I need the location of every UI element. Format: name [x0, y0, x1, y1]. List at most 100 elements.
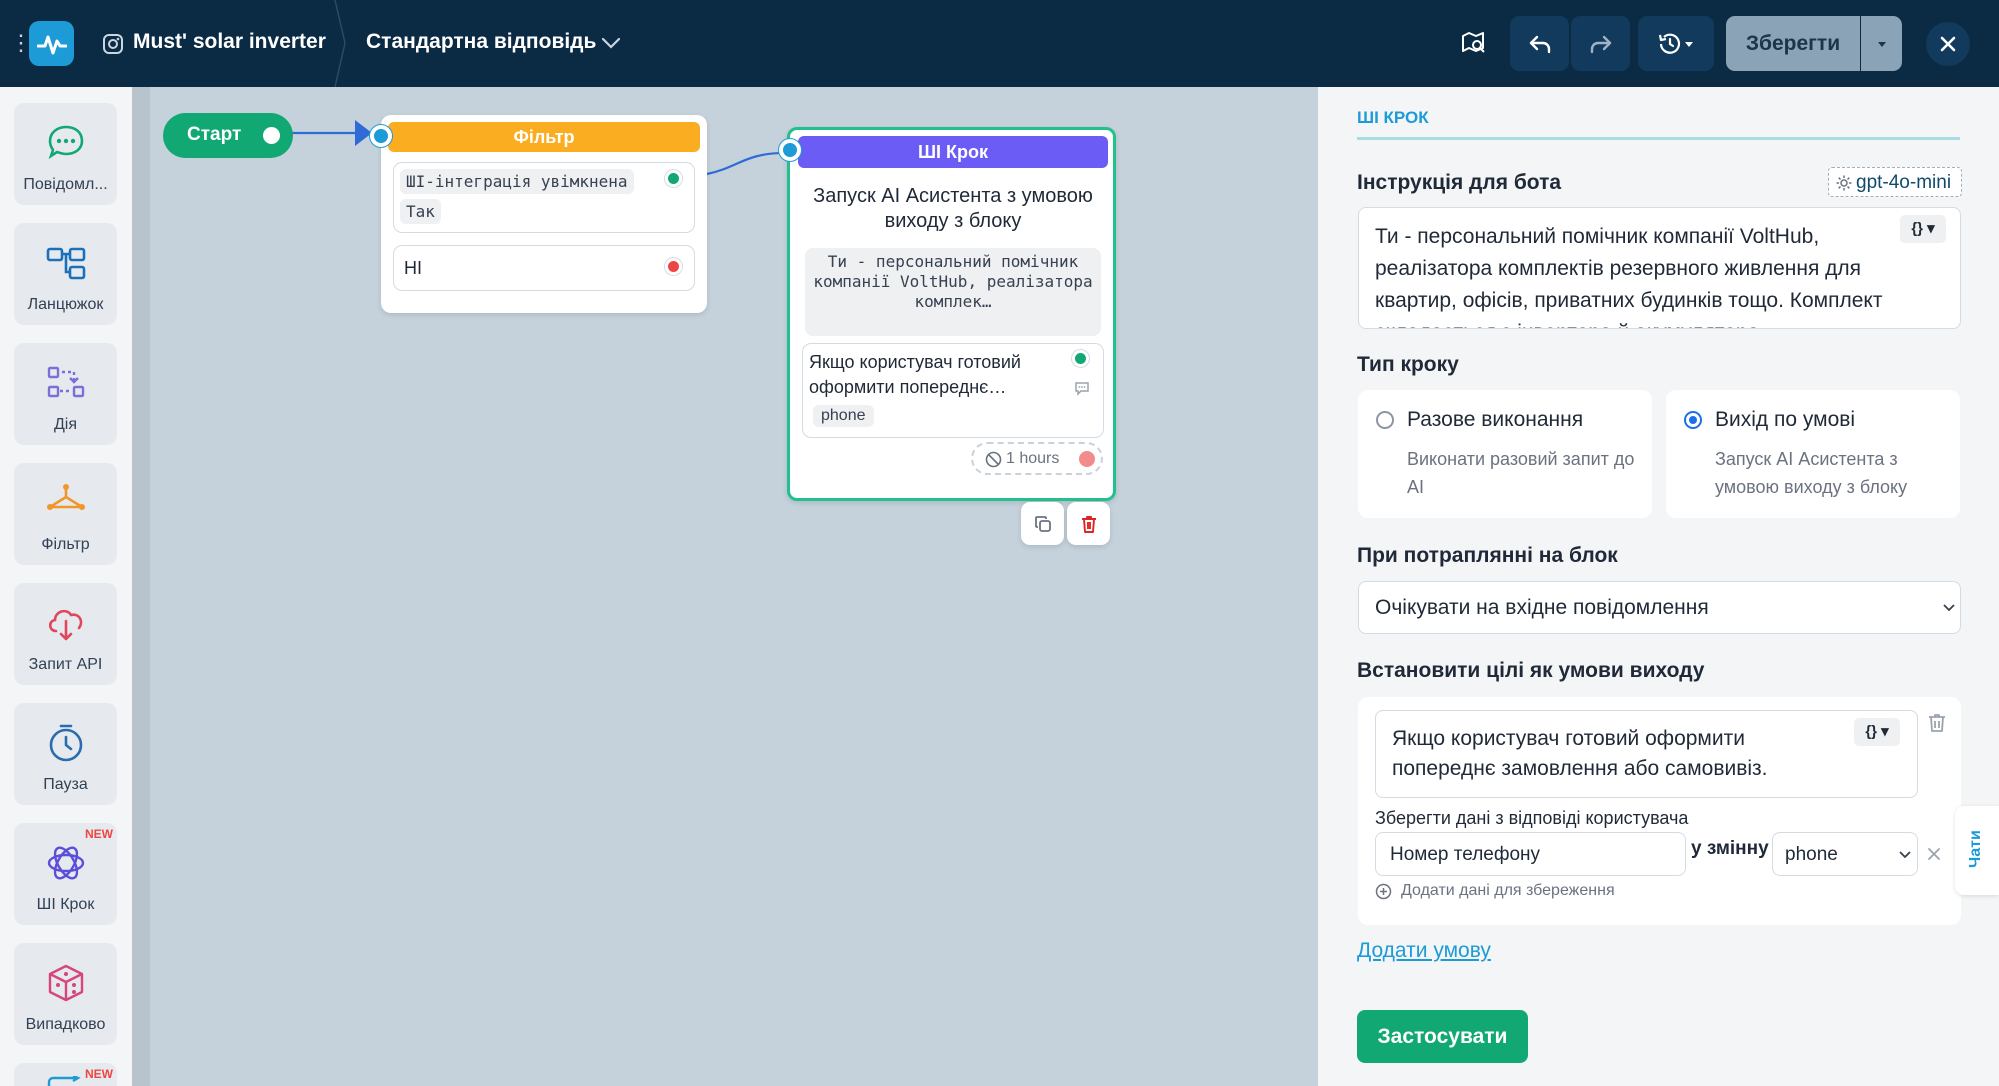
value-chip: Так [400, 199, 441, 224]
condition-output-port[interactable] [1072, 350, 1089, 367]
on-enter-select[interactable]: Очікувати на вхідне повідомлення [1358, 581, 1961, 634]
else-label: НІ [404, 258, 422, 278]
filter-input-port[interactable] [370, 125, 392, 147]
instagram-icon [103, 34, 123, 54]
close-button[interactable] [1926, 22, 1970, 66]
true-output-port[interactable] [665, 170, 682, 187]
sidebar-item-message[interactable]: Повідомл... [14, 103, 117, 205]
option-description: Виконати разовий запит до AI [1407, 449, 1635, 497]
chevron-down-icon [1943, 604, 1955, 612]
redo-button[interactable] [1571, 16, 1630, 71]
start-label: Старт [187, 124, 242, 145]
ai-input-port[interactable] [779, 139, 801, 161]
save-options-button[interactable] [1861, 16, 1902, 71]
chevron-down-icon[interactable] [600, 34, 622, 52]
instruction-textarea[interactable]: Ти - персональний помічник компанії Volt… [1358, 207, 1961, 329]
caret-down-icon [1685, 41, 1693, 47]
timeout-badge[interactable]: 1 hours [971, 442, 1103, 475]
save-data-select[interactable]: Номер телефону [1375, 832, 1686, 876]
apply-button[interactable]: Застосувати [1357, 1010, 1528, 1063]
clock-icon [49, 724, 83, 762]
comment-icon [1075, 382, 1089, 396]
filter-node[interactable]: Фільтр ШІ-інтеграція увімкнена Так НІ [381, 115, 707, 313]
on-enter-value: Очікувати на вхідне повідомлення [1375, 596, 1709, 619]
sidebar-item-label: Запит API [28, 656, 103, 673]
dice-icon [48, 964, 84, 1002]
map-search-icon[interactable] [1460, 30, 1486, 56]
option-title: Вихід по умові [1715, 408, 1856, 431]
sidebar-item-filter[interactable]: Фільтр [14, 463, 117, 565]
insert-variable-button[interactable]: {} ▾ [1900, 215, 1946, 243]
timeout-label: 1 hours [1006, 450, 1060, 467]
connector-lines [290, 120, 791, 176]
kebab-menu-icon[interactable]: ⋮ [10, 30, 32, 56]
false-output-port[interactable] [665, 258, 682, 275]
model-selector[interactable]: gpt-4o-mini [1828, 167, 1962, 197]
copy-icon [1034, 515, 1051, 532]
goal-textarea[interactable]: Якщо користувач готовий оформити поперед… [1375, 710, 1918, 798]
insert-variable-button[interactable]: {} ▾ [1854, 718, 1900, 746]
breadcrumb-separator [334, 0, 346, 87]
timeout-icon [985, 451, 1002, 468]
chats-tab-label: Чати [1967, 830, 1984, 868]
ai-condition-row[interactable]: Якщо користувач готовий оформити поперед… [802, 343, 1104, 438]
loop-icon [47, 1076, 81, 1086]
ai-node-description: Запуск AI Асистента з умовою виходу з бл… [813, 185, 1093, 232]
ai-prompt-preview: Ти - персональний помічник компанії Volt… [805, 248, 1101, 336]
undo-button[interactable] [1510, 16, 1569, 71]
sidebar-item-pause[interactable]: Пауза [14, 703, 117, 805]
filter-node-title: Фільтр [388, 122, 700, 152]
sidebar-item-label: ШІ Крок [36, 896, 95, 913]
goals-label: Встановити цілі як умови виходу [1357, 659, 1705, 682]
to-variable-label: у змінну [1691, 838, 1769, 859]
goal-text: Якщо користувач готовий оформити поперед… [1392, 727, 1768, 780]
blocks-sidebar: Повідомл... Ланцюжок Дія Фільтр Запит AP… [0, 87, 132, 1086]
new-badge: NEW [85, 827, 113, 841]
save-button[interactable]: Зберегти [1726, 16, 1860, 71]
bot-name[interactable]: Must' solar inverter [133, 30, 326, 54]
radio-once[interactable] [1376, 411, 1394, 429]
sidebar-item-label: Дія [53, 416, 78, 433]
step-type-once-option[interactable]: Разове виконання Виконати разовий запит … [1358, 390, 1652, 518]
sidebar-item-ai-step[interactable]: NEW ШІ Крок [14, 823, 117, 925]
filter-condition-row[interactable]: ШІ-інтеграція увімкнена Так [393, 162, 695, 233]
sidebar-item-more[interactable]: NEW [14, 1063, 117, 1086]
start-output-port[interactable] [257, 121, 286, 150]
timeout-output-port[interactable] [1079, 451, 1095, 467]
history-button[interactable] [1638, 16, 1714, 71]
model-name: gpt-4o-mini [1856, 172, 1952, 193]
add-data-label: Додати дані для збереження [1401, 882, 1615, 899]
sidebar-item-chain[interactable]: Ланцюжок [14, 223, 117, 325]
start-node[interactable]: Старт [163, 113, 293, 158]
instruction-label: Інструкція для бота [1357, 171, 1562, 194]
sidebar-item-label: Ланцюжок [27, 296, 104, 313]
api-cloud-icon [48, 609, 83, 641]
ai-condition-text: Якщо користувач готовий оформити поперед… [809, 352, 1021, 397]
chats-tab[interactable]: Чати [1955, 806, 1999, 895]
panel-title-underline [1357, 137, 1960, 140]
duplicate-node-button[interactable] [1021, 502, 1064, 545]
filter-else-row[interactable]: НІ [393, 245, 695, 291]
trash-icon[interactable] [1926, 712, 1948, 734]
remove-icon[interactable] [1926, 846, 1942, 862]
close-icon [1940, 36, 1956, 52]
condition-variable-chip: phone [813, 405, 874, 427]
message-icon [48, 125, 84, 160]
option-description: Запуск AI Асистента з умовою виходу з бл… [1715, 449, 1908, 497]
flow-name[interactable]: Стандартна відповідь [366, 30, 596, 54]
app-logo[interactable] [29, 21, 74, 66]
option-title: Разове виконання [1407, 408, 1584, 431]
sidebar-item-action[interactable]: Дія [14, 343, 117, 445]
add-condition-link[interactable]: Додати умову [1357, 939, 1491, 963]
action-icon [47, 366, 85, 398]
variable-select[interactable]: phone [1772, 832, 1918, 876]
trash-icon [1081, 515, 1096, 533]
delete-node-button[interactable] [1067, 502, 1110, 545]
sidebar-item-api[interactable]: Запит API [14, 583, 117, 685]
step-type-conditional-option[interactable]: Вихід по умові Запуск AI Асистента з умо… [1666, 390, 1960, 518]
sidebar-item-random[interactable]: Випадково [14, 943, 117, 1045]
ai-step-node[interactable]: ШІ Крок Запуск AI Асистента з умовою вих… [787, 127, 1116, 501]
chain-icon [46, 247, 86, 280]
radio-conditional[interactable] [1684, 411, 1702, 429]
filter-icon [47, 484, 85, 510]
